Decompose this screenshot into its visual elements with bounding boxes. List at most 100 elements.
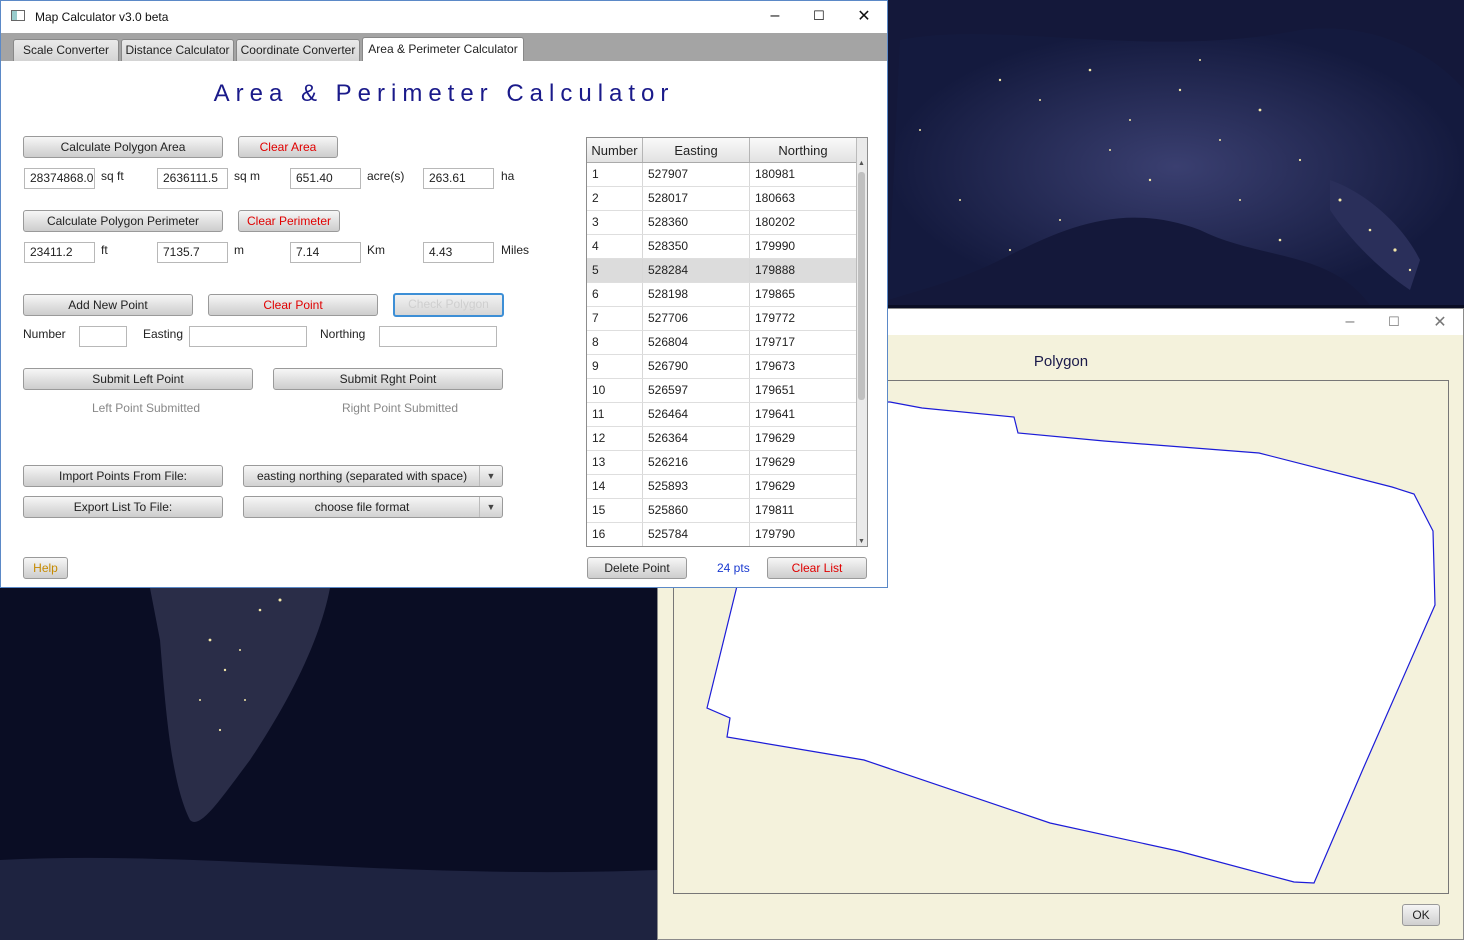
import-format-select[interactable]: easting northing (separated with space) …	[243, 465, 503, 487]
cell-number: 15	[587, 499, 643, 522]
perimeter-ft-field[interactable]: 23411.2	[24, 242, 95, 263]
close-icon[interactable]: ✕	[1418, 309, 1462, 335]
tab-distance-calculator[interactable]: Distance Calculator	[121, 39, 234, 61]
minimize-icon[interactable]: –	[1328, 309, 1372, 335]
cell-number: 10	[587, 379, 643, 402]
table-scrollbar[interactable]: ▲ ▼	[856, 138, 867, 546]
tab-coordinate-converter[interactable]: Coordinate Converter	[236, 39, 360, 61]
table-row[interactable]: 2 528017 180663	[587, 187, 857, 211]
clear-area-button[interactable]: Clear Area	[238, 136, 338, 158]
cell-northing: 179888	[750, 259, 857, 282]
table-row[interactable]: 10 526597 179651	[587, 379, 857, 403]
cell-northing: 179629	[750, 427, 857, 450]
add-new-point-button[interactable]: Add New Point	[23, 294, 193, 316]
cell-easting: 528360	[643, 211, 750, 234]
cell-northing: 179772	[750, 307, 857, 330]
table-row[interactable]: 4 528350 179990	[587, 235, 857, 259]
cell-number: 2	[587, 187, 643, 210]
clear-list-button[interactable]: Clear List	[767, 557, 867, 579]
easting-input[interactable]	[189, 326, 307, 347]
column-header-number[interactable]: Number	[587, 138, 643, 162]
perimeter-miles-field[interactable]: 4.43	[423, 242, 494, 263]
northing-input[interactable]	[379, 326, 497, 347]
cell-number: 4	[587, 235, 643, 258]
cell-easting: 526790	[643, 355, 750, 378]
export-list-button[interactable]: Export List To File:	[23, 496, 223, 518]
page-title: Area & Perimeter Calculator	[213, 80, 675, 107]
scrollbar-thumb[interactable]	[858, 172, 865, 400]
table-row[interactable]: 5 528284 179888	[587, 259, 857, 283]
tab-bar: Scale Converter Distance Calculator Coor…	[1, 33, 887, 61]
column-header-northing[interactable]: Northing	[750, 138, 857, 162]
cell-northing: 179990	[750, 235, 857, 258]
cell-easting: 528017	[643, 187, 750, 210]
cell-number: 6	[587, 283, 643, 306]
cell-northing: 179717	[750, 331, 857, 354]
maximize-icon[interactable]: ☐	[1372, 309, 1416, 335]
table-row[interactable]: 8 526804 179717	[587, 331, 857, 355]
cell-easting: 527907	[643, 163, 750, 186]
cell-northing: 179673	[750, 355, 857, 378]
table-row[interactable]: 9 526790 179673	[587, 355, 857, 379]
cell-number: 7	[587, 307, 643, 330]
scroll-up-icon[interactable]: ▲	[858, 160, 865, 167]
table-row[interactable]: 1 527907 180981	[587, 163, 857, 187]
perimeter-m-unit: m	[234, 243, 244, 257]
table-row[interactable]: 15 525860 179811	[587, 499, 857, 523]
calculate-perimeter-button[interactable]: Calculate Polygon Perimeter	[23, 210, 223, 232]
cell-easting: 525784	[643, 523, 750, 546]
main-window-titlebar[interactable]: Map Calculator v3.0 beta – ☐ ✕	[1, 1, 887, 33]
perimeter-m-field[interactable]: 7135.7	[157, 242, 228, 263]
clear-point-button[interactable]: Clear Point	[208, 294, 378, 316]
cell-northing: 179790	[750, 523, 857, 546]
perimeter-km-field[interactable]: 7.14	[290, 242, 361, 263]
calculate-area-button[interactable]: Calculate Polygon Area	[23, 136, 223, 158]
northing-label: Northing	[320, 327, 366, 341]
scroll-down-icon[interactable]: ▼	[858, 538, 865, 545]
cell-easting: 526216	[643, 451, 750, 474]
chevron-down-icon: ▼	[479, 497, 502, 517]
check-polygon-button[interactable]: Check Polygon	[393, 293, 504, 317]
tab-scale-converter[interactable]: Scale Converter	[13, 39, 119, 61]
cell-number: 13	[587, 451, 643, 474]
table-row[interactable]: 11 526464 179641	[587, 403, 857, 427]
area-ha-field[interactable]: 263.61	[423, 168, 494, 189]
maximize-icon[interactable]: ☐	[797, 3, 841, 29]
submit-right-point-button[interactable]: Submit Rght Point	[273, 368, 503, 390]
table-row[interactable]: 16 525784 179790	[587, 523, 857, 546]
table-row[interactable]: 6 528198 179865	[587, 283, 857, 307]
delete-point-button[interactable]: Delete Point	[587, 557, 687, 579]
perimeter-miles-unit: Miles	[501, 243, 530, 257]
minimize-icon[interactable]: –	[753, 3, 797, 29]
import-format-value: easting northing (separated with space)	[256, 469, 468, 483]
app-icon	[11, 10, 25, 21]
area-sqm-field[interactable]: 2636111.5	[157, 168, 228, 189]
area-sqft-field[interactable]: 28374868.0	[24, 168, 95, 189]
table-row[interactable]: 14 525893 179629	[587, 475, 857, 499]
help-button[interactable]: Help	[23, 557, 68, 579]
table-row[interactable]: 7 527706 179772	[587, 307, 857, 331]
tab-area-perimeter-calculator[interactable]: Area & Perimeter Calculator	[362, 37, 524, 61]
area-acre-field[interactable]: 651.40	[290, 168, 361, 189]
submit-left-point-button[interactable]: Submit Left Point	[23, 368, 253, 390]
import-points-button[interactable]: Import Points From File:	[23, 465, 223, 487]
app-title: Map Calculator v3.0 beta	[35, 10, 169, 24]
cell-northing: 179629	[750, 475, 857, 498]
table-row[interactable]: 13 526216 179629	[587, 451, 857, 475]
table-row[interactable]: 12 526364 179629	[587, 427, 857, 451]
ok-button[interactable]: OK	[1402, 904, 1440, 926]
number-label: Number	[23, 327, 66, 341]
export-format-value: choose file format	[314, 500, 410, 514]
number-input[interactable]	[79, 326, 127, 347]
column-header-easting[interactable]: Easting	[643, 138, 750, 162]
cell-number: 16	[587, 523, 643, 546]
table-row[interactable]: 3 528360 180202	[587, 211, 857, 235]
cell-easting: 526464	[643, 403, 750, 426]
cell-easting: 525893	[643, 475, 750, 498]
clear-perimeter-button[interactable]: Clear Perimeter	[238, 210, 340, 232]
cell-northing: 179865	[750, 283, 857, 306]
cell-northing: 179641	[750, 403, 857, 426]
close-icon[interactable]: ✕	[842, 3, 886, 29]
export-format-select[interactable]: choose file format ▼	[243, 496, 503, 518]
cell-number: 1	[587, 163, 643, 186]
